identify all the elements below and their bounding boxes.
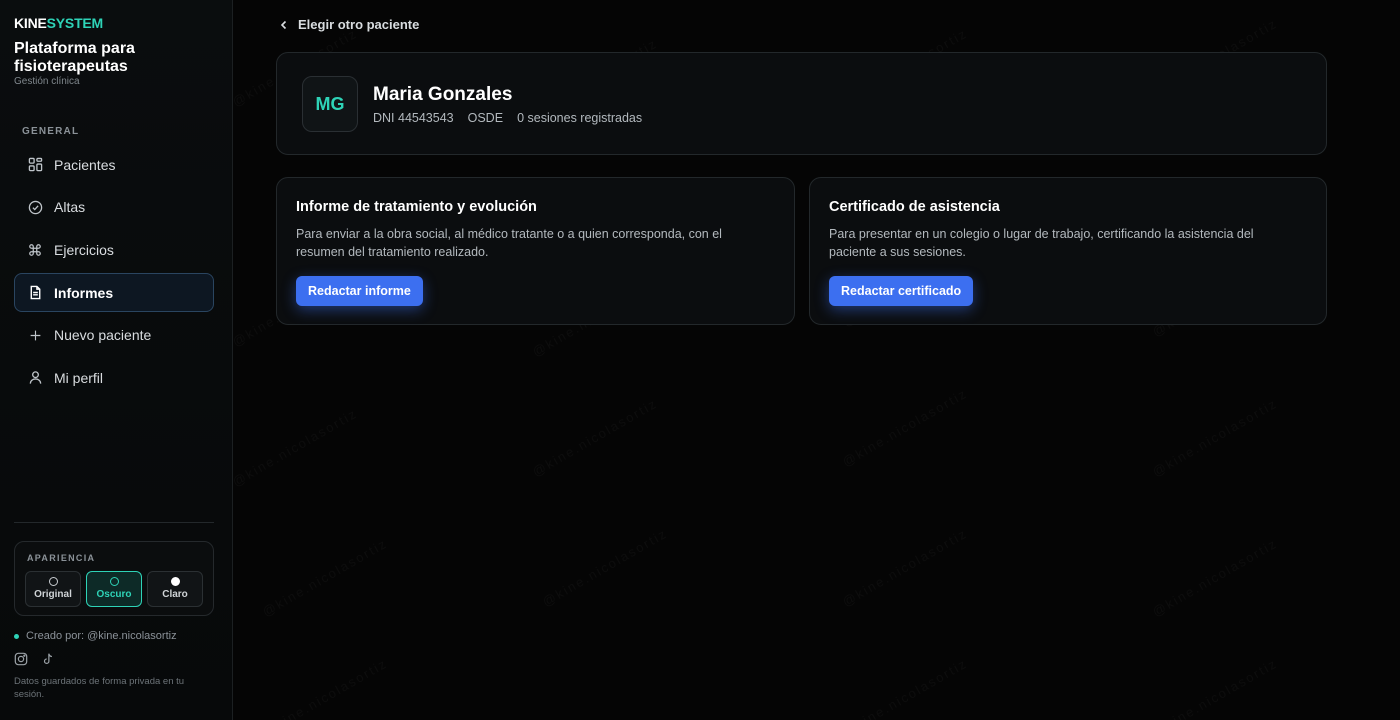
appearance-label: APARIENCIA xyxy=(27,553,96,563)
status-dot-icon xyxy=(14,633,19,639)
credit-line: Creado por: @kine.nicolasortiz xyxy=(14,630,177,642)
theme-dot-icon xyxy=(109,577,119,586)
theme-claro-button[interactable]: Claro xyxy=(147,571,203,607)
sidebar-item-label: Ejercicios xyxy=(54,241,114,258)
theme-dot-icon xyxy=(48,577,58,586)
sidebar-item-nuevo-paciente[interactable]: Nuevo paciente xyxy=(14,316,214,355)
user-icon xyxy=(27,370,43,386)
privacy-note: Datos guardados de forma privada en tu s… xyxy=(14,676,185,700)
card-title: Certificado de asistencia xyxy=(829,199,1000,215)
sidebar: KINESYSTEM Plataforma para fisioterapeut… xyxy=(0,0,233,720)
sidebar-item-label: Nuevo paciente xyxy=(54,327,152,344)
grid-icon xyxy=(27,157,43,173)
sidebar-item-label: Altas xyxy=(54,199,86,216)
sidebar-item-informes[interactable]: Informes xyxy=(14,273,214,313)
sidebar-item-altas[interactable]: Altas xyxy=(14,188,214,227)
document-icon xyxy=(27,285,43,301)
back-link-label: Elegir otro paciente xyxy=(298,17,420,32)
patient-sessions: 0 sesiones registradas xyxy=(517,111,643,125)
sidebar-nav: Pacientes Altas Ejercicios Informes Nuev… xyxy=(14,145,214,401)
plus-icon xyxy=(27,327,43,343)
brand-logo[interactable]: KINESYSTEM xyxy=(14,15,103,31)
patient-insurance: OSDE xyxy=(467,111,504,125)
avatar: MG xyxy=(302,76,358,132)
patient-meta: DNI 44543543 OSDE 0 sesiones registradas xyxy=(373,111,642,125)
social-links xyxy=(14,652,56,667)
check-circle-icon xyxy=(27,199,43,215)
sidebar-divider xyxy=(14,522,214,523)
sidebar-item-label: Pacientes xyxy=(54,156,116,173)
certificate-card: Certificado de asistencia Para presentar… xyxy=(809,177,1327,325)
report-card: Informe de tratamiento y evolución Para … xyxy=(276,177,795,325)
sidebar-item-pacientes[interactable]: Pacientes xyxy=(14,145,214,184)
card-title: Informe de tratamiento y evolución xyxy=(296,199,537,215)
section-label-general: GENERAL xyxy=(22,126,80,137)
appearance-panel: APARIENCIA Original Oscuro Claro xyxy=(14,541,214,616)
brand-kine: KINE xyxy=(14,15,47,31)
tiktok-icon[interactable] xyxy=(41,652,56,667)
credit-text[interactable]: Creado por: @kine.nicolasortiz xyxy=(26,630,177,642)
main-content: Elegir otro paciente MG Maria Gonzales D… xyxy=(234,0,1400,720)
command-icon xyxy=(27,242,43,258)
theme-dot-icon xyxy=(170,577,180,586)
card-description: Para enviar a la obra social, al médico … xyxy=(296,227,722,259)
instagram-icon[interactable] xyxy=(14,652,29,667)
platform-title: Plataforma para fisioterapeutas xyxy=(14,40,135,75)
brand-system: SYSTEM xyxy=(46,15,104,31)
patient-dni: DNI 44543543 xyxy=(373,111,454,125)
sidebar-item-mi-perfil[interactable]: Mi perfil xyxy=(14,358,214,397)
back-link[interactable]: Elegir otro paciente xyxy=(278,17,419,32)
chevron-left-icon xyxy=(280,20,287,29)
patient-card: MG Maria Gonzales DNI 44543543 OSDE 0 se… xyxy=(276,52,1327,155)
sidebar-item-label: Mi perfil xyxy=(54,369,104,386)
theme-oscuro-button[interactable]: Oscuro xyxy=(86,571,142,607)
sidebar-item-ejercicios[interactable]: Ejercicios xyxy=(14,230,214,269)
platform-subtitle: Gestión clínica xyxy=(14,76,80,87)
write-report-button[interactable]: Redactar informe xyxy=(296,276,423,306)
sidebar-item-label: Informes xyxy=(54,284,114,301)
write-certificate-button[interactable]: Redactar certificado xyxy=(829,276,974,306)
patient-name: Maria Gonzales xyxy=(373,84,513,105)
card-description: Para presentar en un colegio o lugar de … xyxy=(829,227,1254,259)
theme-original-button[interactable]: Original xyxy=(25,571,81,607)
